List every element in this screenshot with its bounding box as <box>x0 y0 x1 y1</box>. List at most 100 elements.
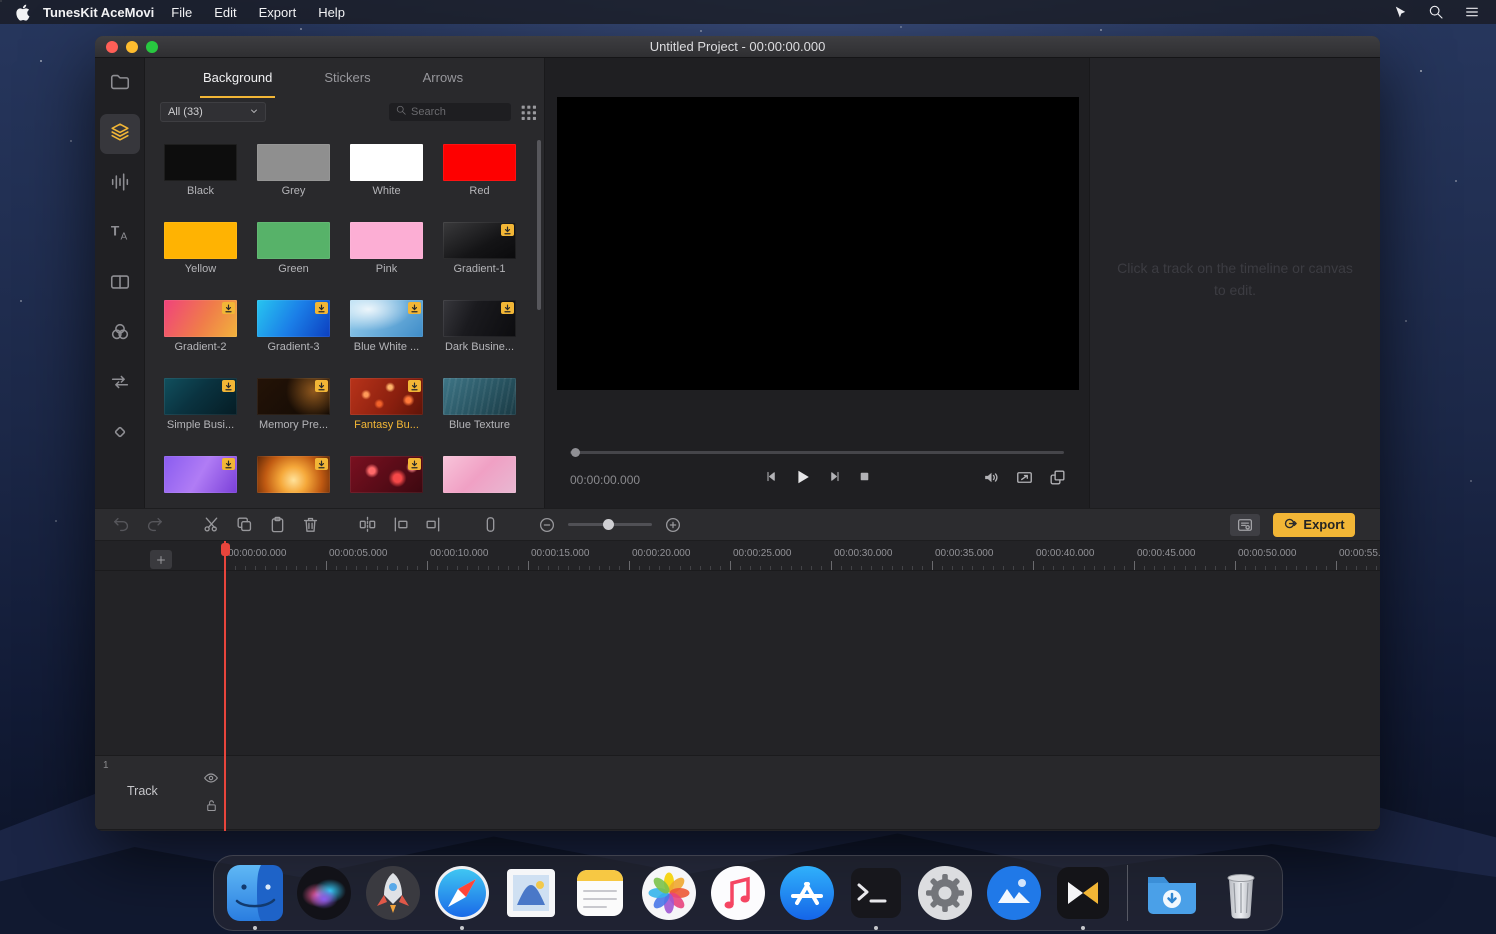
scrub-bar[interactable] <box>570 451 1064 454</box>
maximize-button[interactable] <box>146 41 158 53</box>
background-item[interactable] <box>164 456 237 497</box>
download-badge[interactable] <box>315 380 328 392</box>
background-item[interactable]: Grey <box>257 144 330 197</box>
sidebar-item-audio[interactable] <box>100 164 140 204</box>
zoom-slider-handle[interactable] <box>603 519 614 530</box>
dock-photos-icon[interactable] <box>639 863 699 923</box>
background-item[interactable]: Simple Busi... <box>164 378 237 431</box>
stop-button[interactable] <box>858 470 871 488</box>
track-row[interactable]: 1 Track <box>95 755 1380 830</box>
background-item[interactable]: Yellow <box>164 222 237 275</box>
zoom-slider[interactable] <box>568 523 652 526</box>
trim-end-button[interactable] <box>421 513 445 537</box>
menu-edit[interactable]: Edit <box>203 5 247 20</box>
sidebar-item-media-folder[interactable] <box>100 64 140 104</box>
background-item[interactable] <box>350 456 423 497</box>
render-settings-button[interactable] <box>1230 514 1260 536</box>
close-button[interactable] <box>106 41 118 53</box>
background-item[interactable]: Black <box>164 144 237 197</box>
menubar-app-name[interactable]: TunesKit AceMovi <box>43 5 154 20</box>
dock-siri-icon[interactable] <box>294 863 354 923</box>
undo-button[interactable] <box>109 513 133 537</box>
step-backward-button[interactable] <box>763 469 778 489</box>
dock-mail-icon[interactable] <box>501 863 561 923</box>
dock-system-preferences-icon[interactable] <box>915 863 975 923</box>
marker-button[interactable] <box>478 513 502 537</box>
track-visibility-icon[interactable] <box>203 770 219 791</box>
background-item[interactable]: Gradient-3 <box>257 300 330 353</box>
menu-help[interactable]: Help <box>307 5 356 20</box>
volume-button[interactable] <box>982 468 1001 492</box>
scrub-handle[interactable] <box>571 448 580 457</box>
background-item[interactable]: Gradient-1 <box>443 222 516 275</box>
dock-safari-icon[interactable] <box>432 863 492 923</box>
dock-downloads-folder-icon[interactable] <box>1142 863 1202 923</box>
sidebar-item-text[interactable]: TA <box>100 214 140 254</box>
copy-button[interactable] <box>232 513 256 537</box>
menu-export[interactable]: Export <box>248 5 308 20</box>
timeline-tracks-area[interactable] <box>95 571 1380 755</box>
redo-button[interactable] <box>142 513 166 537</box>
tab-arrows[interactable]: Arrows <box>420 58 466 98</box>
dock-terminal-icon[interactable] <box>846 863 906 923</box>
export-button[interactable]: Export <box>1273 513 1355 537</box>
cut-button[interactable] <box>199 513 223 537</box>
download-badge[interactable] <box>408 458 421 470</box>
sidebar-item-effects[interactable] <box>100 414 140 454</box>
sidebar-item-split-screen[interactable] <box>100 264 140 304</box>
media-scrollbar[interactable] <box>537 140 541 310</box>
background-item[interactable]: Green <box>257 222 330 275</box>
download-badge[interactable] <box>222 458 235 470</box>
play-button[interactable] <box>793 467 813 492</box>
background-item[interactable]: Red <box>443 144 516 197</box>
dock-music-icon[interactable] <box>708 863 768 923</box>
download-badge[interactable] <box>315 458 328 470</box>
background-item[interactable]: Blue Texture <box>443 378 516 431</box>
grid-view-icon[interactable] <box>521 105 536 120</box>
dock-mountain-app-icon[interactable] <box>984 863 1044 923</box>
fit-screen-button[interactable] <box>1015 468 1034 492</box>
background-item[interactable]: Dark Busine... <box>443 300 516 353</box>
background-item[interactable]: Fantasy Bu... <box>350 378 423 431</box>
dock-notes-icon[interactable] <box>570 863 630 923</box>
download-badge[interactable] <box>501 302 514 314</box>
background-item[interactable]: Memory Pre... <box>257 378 330 431</box>
tab-stickers[interactable]: Stickers <box>321 58 373 98</box>
background-item[interactable]: White <box>350 144 423 197</box>
fullscreen-button[interactable] <box>1048 468 1067 492</box>
background-item[interactable]: Blue White ... <box>350 300 423 353</box>
title-bar[interactable]: Untitled Project - 00:00:00.000 <box>95 36 1380 58</box>
add-track-button[interactable] <box>150 550 172 569</box>
download-badge[interactable] <box>315 302 328 314</box>
download-badge[interactable] <box>408 302 421 314</box>
background-item[interactable] <box>443 456 516 497</box>
sidebar-item-backgrounds[interactable] <box>100 114 140 154</box>
notification-center-icon[interactable] <box>1464 4 1480 20</box>
video-canvas[interactable] <box>557 97 1079 390</box>
zoom-in-button[interactable] <box>661 513 685 537</box>
dock-app-store-icon[interactable] <box>777 863 837 923</box>
background-item[interactable]: Gradient-2 <box>164 300 237 353</box>
pointer-icon[interactable] <box>1393 5 1408 20</box>
tab-background[interactable]: Background <box>200 58 275 98</box>
dock-acemovi-icon[interactable] <box>1053 863 1113 923</box>
zoom-out-button[interactable] <box>535 513 559 537</box>
spotlight-search-icon[interactable] <box>1428 4 1444 20</box>
delete-button[interactable] <box>298 513 322 537</box>
apple-menu[interactable] <box>16 4 31 21</box>
download-badge[interactable] <box>222 380 235 392</box>
playhead[interactable] <box>224 541 226 831</box>
background-item[interactable] <box>257 456 330 497</box>
playhead-handle[interactable] <box>221 543 230 556</box>
sidebar-item-filters[interactable] <box>100 314 140 354</box>
download-badge[interactable] <box>222 302 235 314</box>
paste-button[interactable] <box>265 513 289 537</box>
category-dropdown[interactable]: All (33) <box>160 102 266 122</box>
split-button[interactable] <box>355 513 379 537</box>
dock-finder-icon[interactable] <box>225 863 285 923</box>
dock-launchpad-icon[interactable] <box>363 863 423 923</box>
dock-trash-icon[interactable] <box>1211 863 1271 923</box>
timeline-ruler[interactable]: 00:00:00.00000:00:05.00000:00:10.00000:0… <box>95 541 1380 571</box>
search-input[interactable] <box>411 106 505 118</box>
download-badge[interactable] <box>408 380 421 392</box>
